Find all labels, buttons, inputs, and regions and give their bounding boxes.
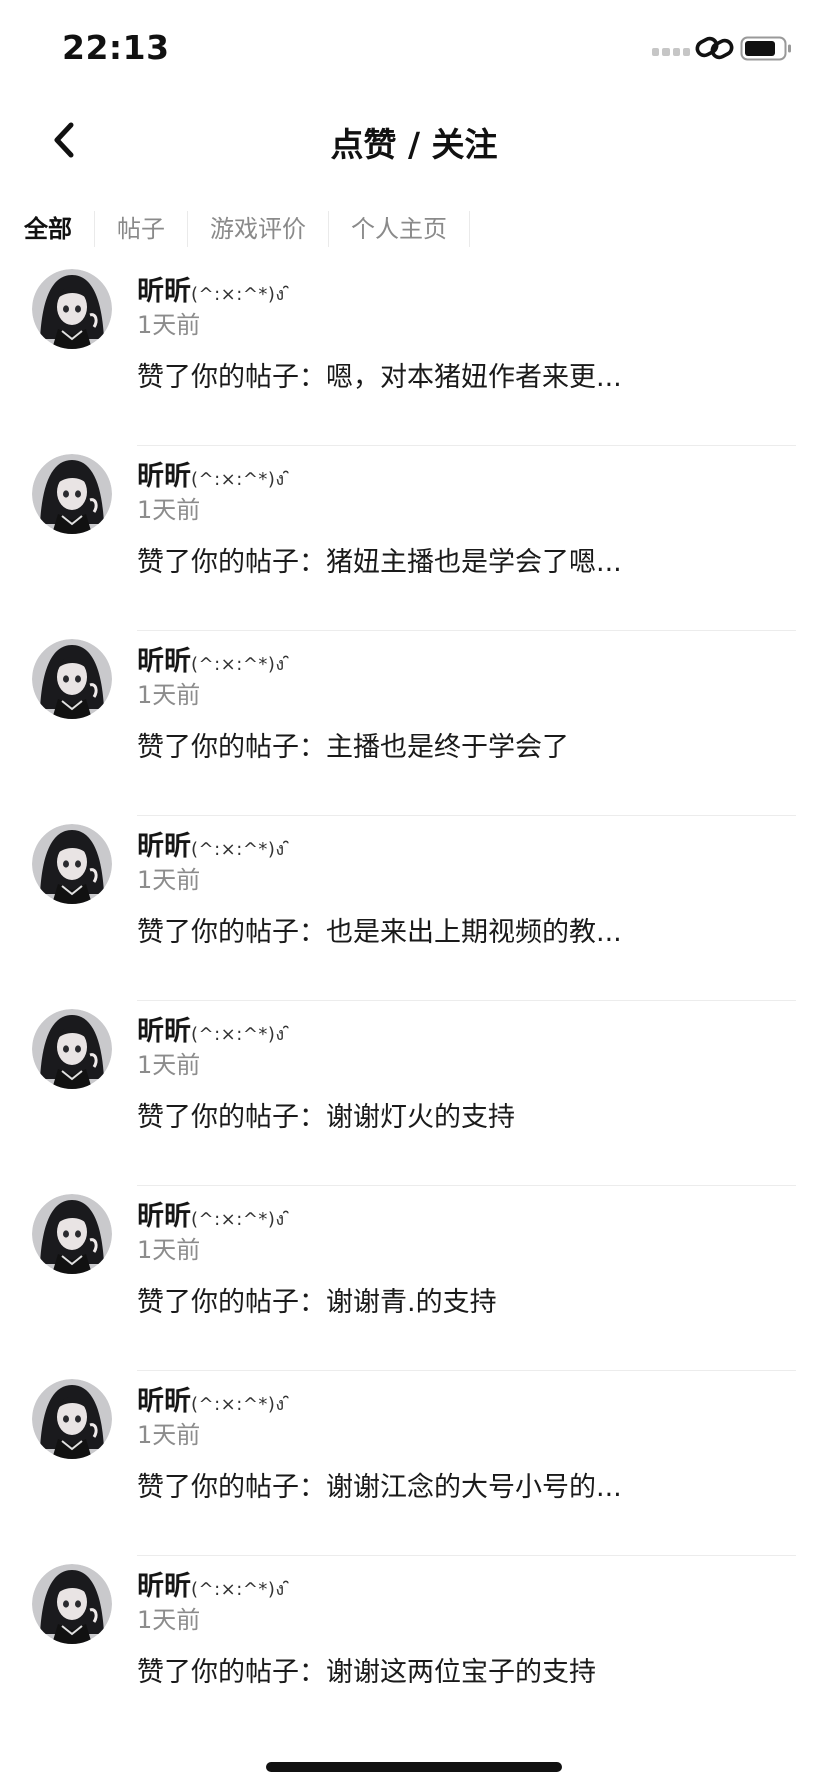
list-item[interactable]: 昕昕(^:×:^*)ง ̑̑ 1天前 赞了你的帖子：谢谢青.的支持 (0, 1186, 828, 1371)
timestamp: 1天前 (137, 311, 201, 339)
battery-icon (740, 36, 791, 61)
avatar[interactable] (32, 1379, 112, 1459)
tab-posts[interactable]: 帖子 (95, 211, 188, 247)
notification-text[interactable]: 赞了你的帖子：也是来出上期视频的教... (137, 910, 622, 949)
username-text: 昕昕 (137, 461, 191, 492)
nav-bar: 点赞 / 关注 (0, 100, 828, 182)
username-kaomoji: (^:×:^*)ง ̑̑ (191, 839, 291, 860)
list-item[interactable]: 昕昕(^:×:^*)ง ̑̑ 1天前 赞了你的帖子：也是来出上期视频的教... (0, 816, 828, 1001)
notification-text[interactable]: 赞了你的帖子：猪妞主播也是学会了嗯... (137, 540, 622, 579)
list-item[interactable]: 昕昕(^:×:^*)ง ̑̑ 1天前 赞了你的帖子：谢谢这两位宝子的支持 (0, 1556, 828, 1726)
username[interactable]: 昕昕(^:×:^*)ง ̑̑ (137, 1564, 291, 1603)
username-text: 昕昕 (137, 1016, 191, 1047)
username-kaomoji: (^:×:^*)ง ̑̑ (191, 1394, 291, 1415)
notification-text[interactable]: 赞了你的帖子：主播也是终于学会了 (137, 725, 569, 764)
link-icon (695, 36, 734, 60)
avatar[interactable] (32, 1564, 112, 1644)
list-item[interactable]: 昕昕(^:×:^*)ง ̑̑ 1天前 赞了你的帖子：猪妞主播也是学会了嗯... (0, 446, 828, 631)
list-item[interactable]: 昕昕(^:×:^*)ง ̑̑ 1天前 赞了你的帖子：嗯，对本猪妞作者来更... (0, 266, 828, 446)
username[interactable]: 昕昕(^:×:^*)ง ̑̑ (137, 1009, 291, 1048)
notification-text[interactable]: 赞了你的帖子：谢谢灯火的支持 (137, 1095, 515, 1134)
username-kaomoji: (^:×:^*)ง ̑̑ (191, 1024, 291, 1045)
page-title: 点赞 / 关注 (330, 125, 498, 164)
username[interactable]: 昕昕(^:×:^*)ง ̑̑ (137, 269, 291, 308)
username-text: 昕昕 (137, 1386, 191, 1417)
tab-game-reviews[interactable]: 游戏评价 (188, 211, 329, 247)
username[interactable]: 昕昕(^:×:^*)ง ̑̑ (137, 1194, 291, 1233)
timestamp: 1天前 (137, 1051, 201, 1079)
tab-profile[interactable]: 个人主页 (329, 211, 470, 247)
timestamp: 1天前 (137, 496, 201, 524)
username[interactable]: 昕昕(^:×:^*)ง ̑̑ (137, 454, 291, 493)
username-text: 昕昕 (137, 646, 191, 677)
username-kaomoji: (^:×:^*)ง ̑̑ (191, 284, 291, 305)
notification-text[interactable]: 赞了你的帖子：嗯，对本猪妞作者来更... (137, 355, 622, 394)
username-kaomoji: (^:×:^*)ง ̑̑ (191, 1209, 291, 1230)
username[interactable]: 昕昕(^:×:^*)ง ̑̑ (137, 639, 291, 678)
username[interactable]: 昕昕(^:×:^*)ง ̑̑ (137, 824, 291, 863)
timestamp: 1天前 (137, 1606, 201, 1634)
status-bar: 22:13 (0, 0, 828, 90)
list-item[interactable]: 昕昕(^:×:^*)ง ̑̑ 1天前 赞了你的帖子：谢谢江念的大号小号的... (0, 1371, 828, 1556)
username-text: 昕昕 (137, 1571, 191, 1602)
username-kaomoji: (^:×:^*)ง ̑̑ (191, 1579, 291, 1600)
home-indicator (266, 1762, 562, 1772)
timestamp: 1天前 (137, 866, 201, 894)
tab-all[interactable]: 全部 (0, 211, 95, 247)
avatar[interactable] (32, 269, 112, 349)
timestamp: 1天前 (137, 1421, 201, 1449)
notification-list[interactable]: 昕昕(^:×:^*)ง ̑̑ 1天前 赞了你的帖子：嗯，对本猪妞作者来更... … (0, 266, 828, 1726)
avatar[interactable] (32, 824, 112, 904)
avatar[interactable] (32, 1009, 112, 1089)
username-text: 昕昕 (137, 276, 191, 307)
notification-text[interactable]: 赞了你的帖子：谢谢这两位宝子的支持 (137, 1650, 596, 1689)
list-item[interactable]: 昕昕(^:×:^*)ง ̑̑ 1天前 赞了你的帖子：谢谢灯火的支持 (0, 1001, 828, 1186)
timestamp: 1天前 (137, 681, 201, 709)
status-time: 22:13 (62, 28, 170, 67)
avatar[interactable] (32, 454, 112, 534)
notification-text[interactable]: 赞了你的帖子：谢谢青.的支持 (137, 1280, 497, 1319)
filter-tabs: 全部 帖子 游戏评价 个人主页 (0, 205, 828, 253)
notification-text[interactable]: 赞了你的帖子：谢谢江念的大号小号的... (137, 1465, 622, 1504)
signal-icon (652, 48, 690, 58)
username[interactable]: 昕昕(^:×:^*)ง ̑̑ (137, 1379, 291, 1418)
username-kaomoji: (^:×:^*)ง ̑̑ (191, 654, 291, 675)
list-item[interactable]: 昕昕(^:×:^*)ง ̑̑ 1天前 赞了你的帖子：主播也是终于学会了 (0, 631, 828, 816)
username-kaomoji: (^:×:^*)ง ̑̑ (191, 469, 291, 490)
timestamp: 1天前 (137, 1236, 201, 1264)
username-text: 昕昕 (137, 831, 191, 862)
avatar[interactable] (32, 1194, 112, 1274)
avatar[interactable] (32, 639, 112, 719)
username-text: 昕昕 (137, 1201, 191, 1232)
